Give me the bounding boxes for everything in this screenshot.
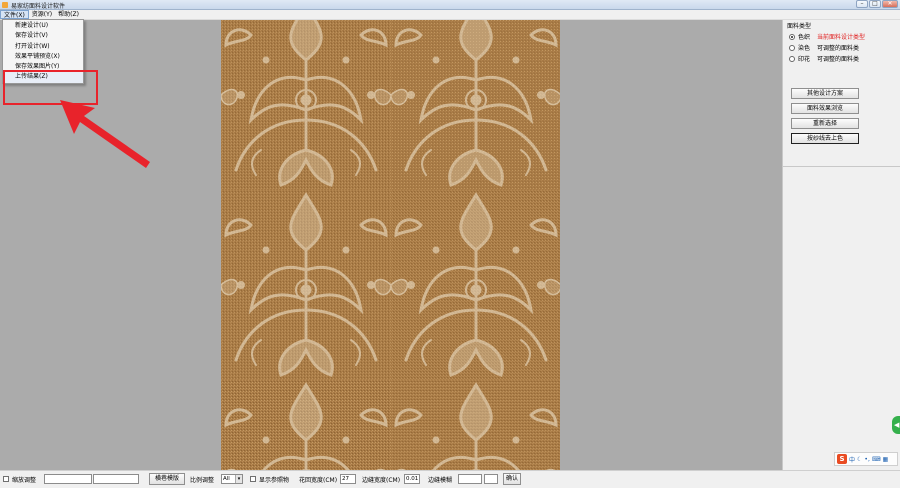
floating-plugin-icon[interactable]: ◀ [892,416,900,434]
confirm-button[interactable]: 确认 [503,473,521,485]
other-designs-button[interactable]: 其他设计方案 [791,88,859,99]
radio-label: 印花 [798,56,811,63]
radio-label: 染色 [798,45,811,52]
reselect-button[interactable]: 重新选择 [791,118,859,129]
border-width-input[interactable]: 0.01 [404,474,420,484]
ime-toolbar: S 中 ☾ •, ⌨ ▦ [834,452,898,466]
radio-printed[interactable]: 印花 [789,54,810,63]
zoom-label: 缩放调整 [12,477,37,484]
ratio-label: 比例调整 [190,477,215,484]
radio-desc: 可调整的面料类 [817,45,860,52]
fabric-preview-canvas[interactable] [221,20,560,470]
sogou-icon[interactable]: S [837,454,847,464]
radio-yarn-dyed[interactable]: 色织 [789,32,810,41]
grid-icon[interactable]: ▦ [883,456,889,463]
radio-circle[interactable] [789,44,795,51]
close-button[interactable]: ✕ [882,0,898,8]
grid-template-button[interactable]: 横巷模版 [149,473,185,485]
border-blur-label: 边缝模糊 [428,477,453,484]
status-bar: 缩放调整 横巷模版 比例调整 All ▾ 显示参照物 花回宽度(CM) 27 边… [0,470,900,488]
annotation-arrow-icon [60,100,150,168]
border-width-label: 边缝宽度(CM) [362,477,401,484]
radio-circle[interactable] [789,55,795,62]
yarn-color-button[interactable]: 按纱线去上色 [791,133,859,144]
right-panel: 面料类型 色织 当前面料设计类型 染色 可调整的面料类 印花 可调整的面料类 其… [782,20,900,470]
radio-desc: 当前面料设计类型 [817,34,866,41]
pattern-width-label: 花回宽度(CM) [299,477,338,484]
moon-icon[interactable]: ☾ [857,456,862,463]
maximize-button[interactable]: □ [869,0,881,8]
keyboard-icon[interactable]: ⌨ [872,456,881,463]
radio-desc: 可调整的面料类 [817,56,860,63]
border-blur-slider[interactable] [458,474,482,484]
radio-label: 色织 [798,34,811,41]
border-blur-value[interactable] [484,474,498,484]
ratio-select[interactable]: All ▾ [221,474,243,484]
fabric-type-label: 面料类型 [787,23,812,30]
fabric-effect-button[interactable]: 面料效果浏览 [791,103,859,114]
zoom-checkbox[interactable] [3,476,9,482]
ratio-select-value: All [223,476,230,482]
damask-pattern [221,20,560,470]
minimize-button[interactable]: – [856,0,868,8]
show-ref-label: 显示参照物 [259,477,290,484]
punctuation-icon[interactable]: •, [864,456,869,463]
radio-circle[interactable] [789,33,795,40]
panel-divider [783,166,900,167]
radio-dyed[interactable]: 染色 [789,43,810,52]
zoom-slider-2[interactable] [93,474,139,484]
ime-lang[interactable]: 中 [849,455,855,464]
chevron-down-icon[interactable]: ▾ [235,475,242,483]
show-ref-checkbox[interactable] [250,476,256,482]
pattern-width-input[interactable]: 27 [340,474,356,484]
zoom-slider-1[interactable] [44,474,92,484]
